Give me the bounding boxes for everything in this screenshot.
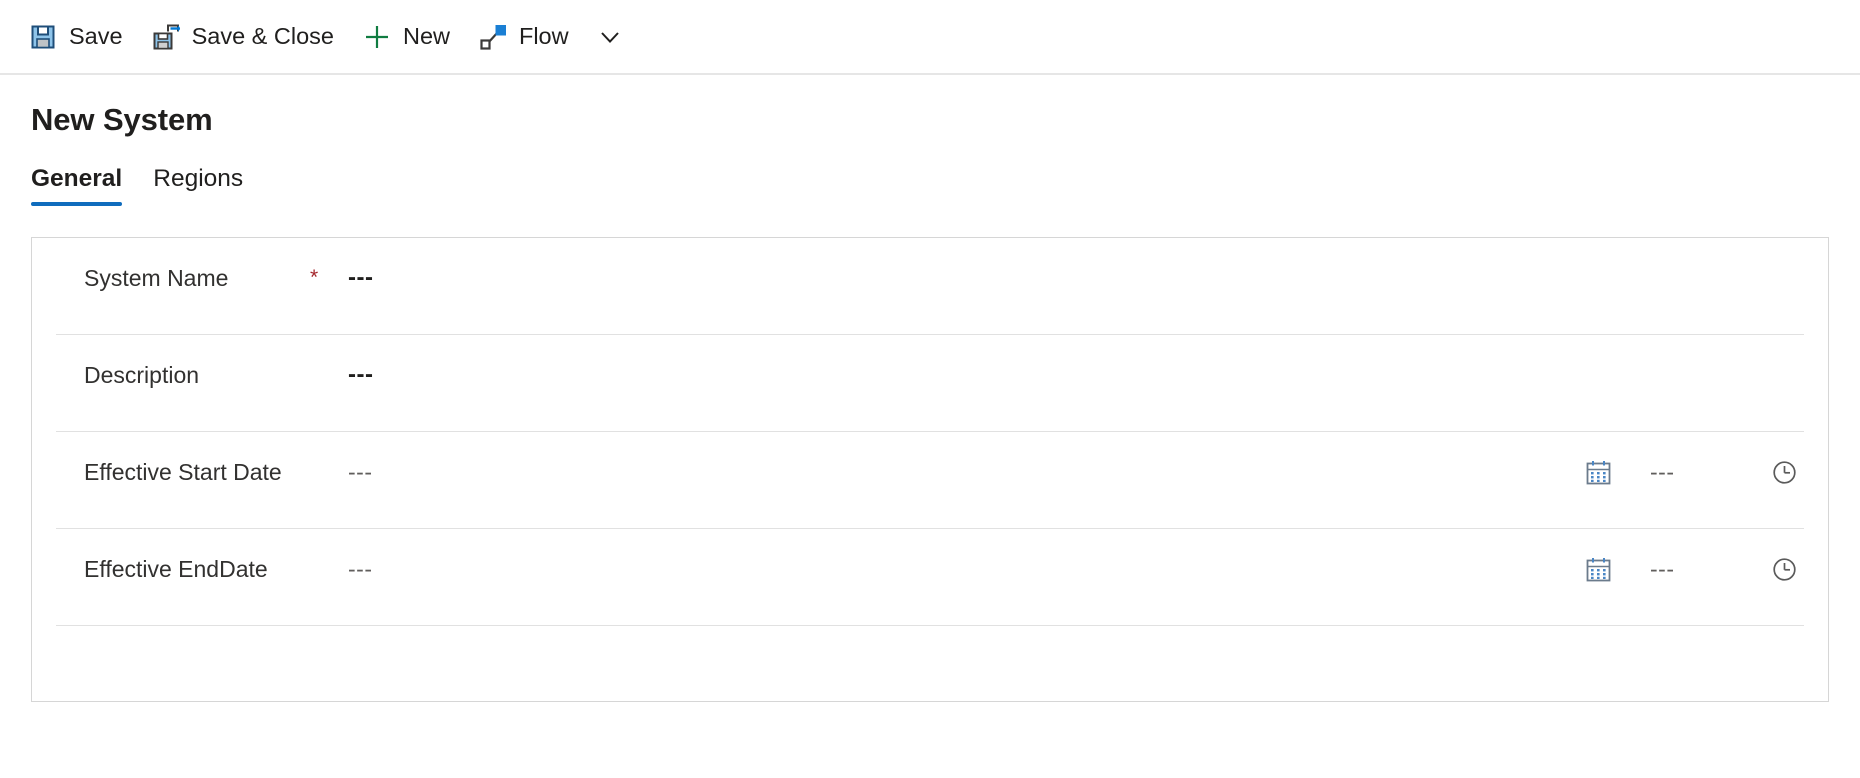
save-and-close-button[interactable]: Save & Close <box>137 9 348 65</box>
page-title: New System <box>31 102 213 137</box>
save-button[interactable]: Save <box>14 9 137 65</box>
tab-regions-label: Regions <box>153 165 244 192</box>
form-row-description: Description --- <box>56 335 1804 432</box>
calendar-icon <box>1585 459 1612 486</box>
effective-start-date-label: Effective Start Date <box>84 459 282 485</box>
new-button[interactable]: New <box>348 9 464 65</box>
new-button-label: New <box>402 22 450 49</box>
tab-strip: General Regions <box>0 138 1860 206</box>
effective-start-date-picker-button[interactable] <box>1568 458 1628 486</box>
save-button-label: Save <box>69 22 123 49</box>
effective-start-time-picker-button[interactable] <box>1748 458 1804 486</box>
effective-end-date-input[interactable]: --- <box>348 555 873 583</box>
effective-start-date-input[interactable]: --- <box>348 458 873 486</box>
page-body: New System General Regions System Name *… <box>0 75 1860 702</box>
tab-general-label: General <box>31 165 123 192</box>
form-row-effective-end-date: Effective EndDate --- --- <box>56 529 1804 626</box>
clock-icon <box>1771 556 1798 583</box>
save-floppy-icon <box>28 22 58 52</box>
form-row-system-name: System Name * --- <box>56 238 1804 335</box>
tab-general[interactable]: General <box>31 165 123 206</box>
form-row-effective-start-date: Effective Start Date --- --- <box>56 432 1804 529</box>
effective-end-time-picker-button[interactable] <box>1748 555 1804 583</box>
command-bar-overflow-button[interactable] <box>587 9 633 65</box>
system-name-label: System Name <box>84 265 229 291</box>
description-input[interactable]: --- <box>348 361 873 389</box>
calendar-icon <box>1585 556 1612 583</box>
effective-end-date-label: Effective EndDate <box>84 556 268 582</box>
tab-regions[interactable]: Regions <box>153 165 243 206</box>
system-name-required-marker: * <box>310 266 319 289</box>
chevron-down-icon <box>597 24 623 50</box>
general-tab-form-panel: System Name * --- Description --- Effect… <box>31 237 1829 702</box>
save-and-close-icon <box>151 22 181 52</box>
flow-nodes-icon <box>478 22 508 52</box>
description-label: Description <box>84 362 200 388</box>
system-name-input[interactable]: --- <box>348 264 873 292</box>
effective-end-date-picker-button[interactable] <box>1568 555 1628 583</box>
save-and-close-button-label: Save & Close <box>191 22 334 49</box>
flow-button-label: Flow <box>518 22 569 49</box>
flow-button[interactable]: Flow <box>464 9 583 65</box>
effective-end-time-input[interactable]: --- <box>1650 555 1748 583</box>
clock-icon <box>1771 459 1798 486</box>
command-bar: Save Save & Close New Flow <box>0 0 1860 75</box>
effective-start-time-input[interactable]: --- <box>1650 458 1748 486</box>
plus-icon <box>362 22 392 52</box>
